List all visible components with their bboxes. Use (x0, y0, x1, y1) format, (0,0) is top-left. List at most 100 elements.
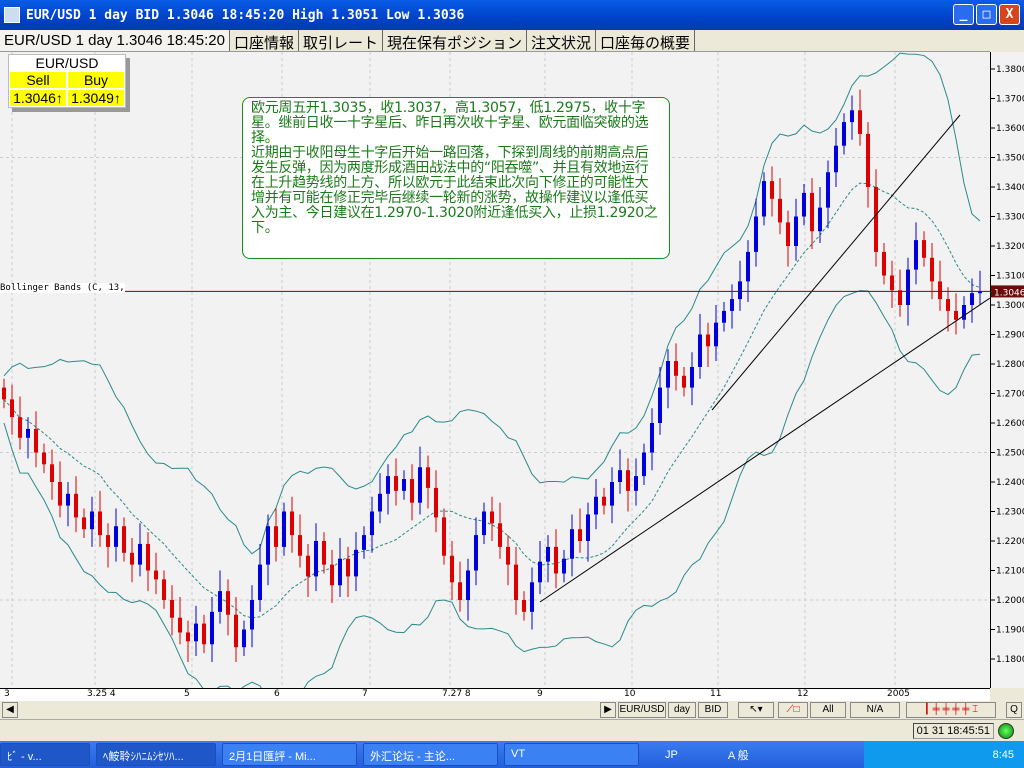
candle-body (138, 543, 142, 565)
y-tick-label: 1.1800 (996, 655, 1024, 665)
candle-body (586, 514, 590, 541)
candle-body (786, 222, 790, 246)
y-tick-label: 1.2900 (996, 331, 1024, 341)
chart-toolbar: ◀ ▶ EUR/USD day BID ↖▾ ⟋□ All N/A ┃ ╪ ╪ … (0, 701, 1024, 719)
candle-body (658, 387, 662, 423)
candle-body (130, 552, 134, 565)
buy-price[interactable]: 1.3049↑ (68, 90, 124, 106)
y-tick-label: 1.2600 (996, 419, 1024, 429)
candle-body (514, 564, 518, 600)
y-tick-label: 1.3200 (996, 242, 1024, 252)
connection-status-icon (998, 723, 1014, 739)
candle-body (570, 529, 574, 559)
candle-body (946, 299, 950, 311)
candle-body (354, 549, 358, 577)
candle-body (346, 558, 350, 577)
tab-account-summary[interactable]: 口座毎の概要 (596, 30, 696, 52)
candle-body (282, 511, 286, 547)
y-tick-label: 1.3400 (996, 183, 1024, 193)
candle-body (906, 269, 910, 305)
candle-body (42, 452, 46, 465)
candle-body (434, 487, 438, 518)
sell-price[interactable]: 1.3046↑ (10, 90, 66, 106)
candle-body (970, 293, 974, 305)
cursor-tool-icon[interactable]: ↖▾ (738, 702, 774, 718)
tab-account-info[interactable]: 口座情報 (230, 30, 299, 52)
tab-orders[interactable]: 注文状況 (527, 30, 597, 52)
candle-body (562, 558, 566, 574)
candle-body (338, 558, 342, 586)
symbol-button[interactable]: EUR/USD (618, 702, 666, 718)
candle-body (26, 428, 30, 438)
candle-body (642, 452, 646, 477)
x-tick-label: 12 (797, 689, 809, 699)
close-button[interactable]: X (999, 4, 1020, 25)
candle-body (450, 555, 454, 583)
taskbar-item[interactable]: ﾋﾞ - v... (0, 743, 90, 766)
candle-body (122, 526, 126, 553)
maximize-button[interactable]: □ (976, 4, 997, 25)
candle-body (594, 496, 598, 515)
candle-body (146, 543, 150, 571)
bid-button[interactable]: BID (698, 702, 728, 718)
y-tick-label: 1.3600 (996, 124, 1024, 134)
sell-label[interactable]: Sell (10, 72, 66, 88)
period-button[interactable]: day (668, 702, 696, 718)
candle-body (66, 493, 70, 506)
ime-mode[interactable]: A 般 (728, 747, 749, 763)
candle-body (322, 541, 326, 565)
candle-body (186, 632, 190, 642)
candle-body (962, 305, 966, 320)
candle-body (314, 541, 318, 577)
candle-body (538, 561, 542, 583)
candle-body (490, 511, 494, 524)
na-button[interactable]: N/A (850, 702, 900, 718)
tab-positions[interactable]: 現在保有ポジション (383, 30, 528, 52)
x-tick-label: 5 (184, 689, 190, 699)
tab-bar: EUR/USD 1 day 1.3046 18:45:20 口座情報 取引レート… (0, 30, 990, 52)
taskbar-item[interactable]: 2月1日匯評 - Mi... (222, 743, 357, 766)
candle-body (882, 251, 886, 276)
ime-indicator[interactable]: JP (665, 749, 678, 761)
candle-body (98, 511, 102, 536)
trend-line (539, 297, 990, 603)
current-price-tag-label: 1.3046 (994, 288, 1024, 298)
y-tick-label: 1.3100 (996, 272, 1024, 282)
rate-symbol: EUR/USD (35, 55, 99, 71)
clock: 8:45 (992, 748, 1014, 761)
taskbar-item[interactable]: 外汇论坛 - 主论... (363, 743, 498, 766)
tab-trade-rate[interactable]: 取引レート (299, 30, 384, 52)
candle-body (402, 479, 406, 491)
chart-type-icons[interactable]: ┃ ╪ ╪ ╪ ╪ ⌶ (906, 702, 996, 718)
candle-body (170, 600, 174, 618)
candle-body (922, 240, 926, 258)
minimize-button[interactable]: _ (953, 4, 974, 25)
candle-body (810, 192, 814, 232)
y-tick-label: 1.2800 (996, 360, 1024, 370)
tab-chart[interactable]: EUR/USD 1 day 1.3046 18:45:20 (0, 30, 230, 51)
scroll-right-button[interactable]: ▶ (600, 702, 616, 718)
candle-body (938, 281, 942, 300)
taskbar-item[interactable]: ﾍ鮟聆ｼﾊﾆﾑｼｾｿﾊ... (96, 743, 216, 766)
buy-label[interactable]: Buy (68, 72, 124, 88)
scroll-left-button[interactable]: ◀ (2, 702, 18, 718)
candle-body (466, 570, 470, 600)
candle-body (34, 428, 38, 453)
time-axis: 3 3.25 4 5 6 7 7.27 8 9 10 11 12 2005 (0, 688, 990, 701)
price-axis: 1.3800 1.3700 1.3600 1.3500 1.3400 1.3300 1.32… (990, 52, 1024, 688)
candle-body (290, 511, 294, 536)
y-tick-label: 1.3800 (996, 65, 1024, 75)
x-tick-label: 3 (4, 689, 10, 699)
candle-body (898, 290, 902, 305)
candle-body (578, 529, 582, 541)
q-button[interactable]: Q (1006, 702, 1022, 718)
candle-body (850, 110, 854, 123)
y-tick-label: 1.3500 (996, 154, 1024, 164)
drawing-tool-icon[interactable]: ⟋□ (778, 702, 808, 718)
candle-body (218, 591, 222, 612)
candle-body (890, 275, 894, 291)
taskbar: ﾋﾞ - v... ﾍ鮟聆ｼﾊﾆﾑｼｾｿﾊ... 2月1日匯評 - Mi... … (0, 741, 1024, 768)
all-button[interactable]: All (810, 702, 846, 718)
candle-body (298, 535, 302, 556)
taskbar-item[interactable]: VT (504, 743, 639, 766)
